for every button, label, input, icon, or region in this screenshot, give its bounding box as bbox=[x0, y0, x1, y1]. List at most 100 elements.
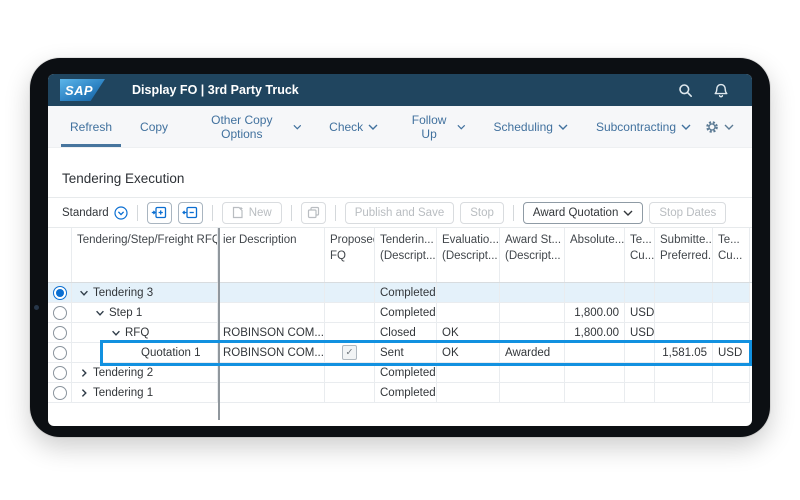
evaluation-cell: OK bbox=[437, 343, 500, 363]
award-status-cell bbox=[500, 383, 565, 403]
tree-collapse-icon[interactable] bbox=[94, 307, 105, 318]
row-select-radio[interactable] bbox=[53, 306, 67, 320]
row-select-radio[interactable] bbox=[53, 366, 67, 380]
table-toolbar: Standard New bbox=[48, 197, 752, 228]
submitted-amount-cell: 1,581.05 bbox=[655, 343, 713, 363]
row-name: Step 1 bbox=[109, 307, 142, 319]
column-header-line2: (Descript... bbox=[442, 249, 494, 265]
stop-button-label: Stop bbox=[470, 207, 494, 219]
tree-cell: Tendering 1 bbox=[72, 383, 218, 403]
tree-expand-icon[interactable] bbox=[78, 387, 89, 398]
menu-item-other-copy-options[interactable]: Other Copy Options bbox=[182, 106, 315, 147]
tendering-status-cell: Completed bbox=[375, 383, 437, 403]
menu-item-subcontracting[interactable]: Subcontracting bbox=[582, 106, 705, 147]
row-select-radio[interactable] bbox=[53, 286, 67, 300]
view-selector-standard[interactable]: Standard bbox=[62, 206, 128, 220]
copy-row-button[interactable] bbox=[301, 202, 326, 224]
column-header-3[interactable]: Proposed FQ bbox=[325, 228, 375, 282]
currency-cell bbox=[713, 383, 750, 403]
column-header-9[interactable]: Submitte... Preferred... bbox=[655, 228, 713, 282]
row-select-radio[interactable] bbox=[53, 346, 67, 360]
column-header-10[interactable]: Te... Cu... bbox=[713, 228, 750, 282]
currency-cell bbox=[713, 283, 750, 303]
new-button[interactable]: New bbox=[222, 202, 282, 224]
selection-column-header bbox=[48, 228, 72, 282]
column-header-line2: Cu... bbox=[718, 249, 744, 265]
award-status-cell bbox=[500, 283, 565, 303]
column-header-line2: Cu... bbox=[630, 249, 649, 265]
collapse-node-button[interactable] bbox=[178, 202, 203, 224]
tree-expand-icon[interactable] bbox=[78, 367, 89, 378]
tendering-status-cell: Closed bbox=[375, 323, 437, 343]
column-header-8[interactable]: Te... Cu... bbox=[625, 228, 655, 282]
menu-item-label: Other Copy Options bbox=[196, 113, 288, 141]
chevron-down-icon bbox=[558, 124, 568, 130]
new-button-label: New bbox=[249, 207, 272, 219]
column-header-line1: Te... bbox=[630, 233, 649, 249]
carrier-description-cell bbox=[218, 283, 325, 303]
table-row-rfq[interactable]: RFQ ROBINSON COM... Closed OK 1,800.00 U… bbox=[48, 323, 752, 343]
tree-collapse-icon[interactable] bbox=[78, 287, 89, 298]
column-header-line2: Preferred... bbox=[660, 249, 707, 265]
stop-dates-button[interactable]: Stop Dates bbox=[649, 202, 726, 224]
column-header-5[interactable]: Evaluatio... (Descript... bbox=[437, 228, 500, 282]
settings-menu-button[interactable] bbox=[705, 120, 734, 134]
row-name: RFQ bbox=[125, 327, 149, 339]
menu-item-label: Follow Up bbox=[406, 113, 452, 141]
menu-item-follow-up[interactable]: Follow Up bbox=[392, 106, 479, 147]
row-select-radio[interactable] bbox=[53, 326, 67, 340]
menu-item-copy[interactable]: Copy bbox=[126, 106, 182, 147]
sap-logo[interactable]: SAP bbox=[60, 79, 105, 101]
tree-cell: Quotation 1 bbox=[72, 343, 218, 363]
table-row-tendering-3[interactable]: Tendering 3 Completed bbox=[48, 283, 752, 303]
carrier-description-cell: ROBINSON COM... bbox=[218, 323, 325, 343]
submitted-amount-cell bbox=[655, 383, 713, 403]
absolute-amount-cell bbox=[565, 343, 625, 363]
submitted-amount-cell bbox=[655, 283, 713, 303]
menu-item-refresh[interactable]: Refresh bbox=[56, 106, 126, 147]
tree-cell: RFQ bbox=[72, 323, 218, 343]
row-select-radio[interactable] bbox=[53, 386, 67, 400]
menu-item-scheduling[interactable]: Scheduling bbox=[480, 106, 582, 147]
currency-cell bbox=[625, 383, 655, 403]
stop-button[interactable]: Stop bbox=[460, 202, 504, 224]
award-quotation-button[interactable]: Award Quotation bbox=[523, 202, 643, 224]
menu-item-check[interactable]: Check bbox=[315, 106, 392, 147]
table-row-tendering-1[interactable]: Tendering 1 Completed bbox=[48, 383, 752, 403]
tendering-status-cell: Sent bbox=[375, 343, 437, 363]
currency-cell: USD bbox=[713, 343, 750, 363]
proposed-fq-checkbox[interactable] bbox=[342, 345, 357, 360]
tendering-table: Tendering/Step/Freight RFQ/... ier Descr… bbox=[48, 228, 752, 403]
table-row-quotation-1[interactable]: Quotation 1 ROBINSON COM... Sent OK Awar… bbox=[48, 343, 752, 363]
tree-collapse-icon[interactable] bbox=[110, 327, 121, 338]
menu-item-label: Check bbox=[329, 120, 363, 134]
column-header-1[interactable]: Tendering/Step/Freight RFQ/... bbox=[72, 228, 218, 282]
collapse-node-icon bbox=[182, 206, 198, 219]
action-menubar: Refresh Copy Other Copy Options Check Fo… bbox=[48, 106, 752, 148]
column-header-2[interactable]: ier Description bbox=[218, 228, 325, 282]
currency-cell bbox=[625, 363, 655, 383]
expand-node-button[interactable] bbox=[147, 202, 172, 224]
column-header-line1: Te... bbox=[718, 233, 744, 249]
menu-item-label: Subcontracting bbox=[596, 120, 676, 134]
proposed-fq-cell bbox=[325, 303, 375, 323]
column-header-6[interactable]: Award St... (Descript... bbox=[500, 228, 565, 282]
sap-logo-text: SAP bbox=[65, 83, 93, 98]
gear-icon bbox=[705, 120, 719, 134]
section-header: Tendering Execution bbox=[48, 148, 752, 197]
column-header-line2: (Descript... bbox=[380, 249, 431, 265]
notifications-bell-icon[interactable] bbox=[714, 83, 728, 98]
table-row-step-1[interactable]: Step 1 Completed 1,800.00 USD bbox=[48, 303, 752, 323]
column-header-line1: Tenderin... bbox=[380, 233, 431, 249]
column-header-line2: (Descript... bbox=[505, 249, 559, 265]
evaluation-cell bbox=[437, 383, 500, 403]
copy-icon bbox=[307, 206, 320, 219]
column-header-7[interactable]: Absolute... bbox=[565, 228, 625, 282]
tendering-status-cell: Completed bbox=[375, 303, 437, 323]
publish-and-save-button[interactable]: Publish and Save bbox=[345, 202, 455, 224]
search-icon[interactable] bbox=[678, 83, 693, 98]
table-row-tendering-2[interactable]: Tendering 2 Completed bbox=[48, 363, 752, 383]
menu-items: Refresh Copy Other Copy Options Check Fo… bbox=[56, 106, 705, 147]
absolute-amount-cell bbox=[565, 363, 625, 383]
column-header-4[interactable]: Tenderin... (Descript... bbox=[375, 228, 437, 282]
